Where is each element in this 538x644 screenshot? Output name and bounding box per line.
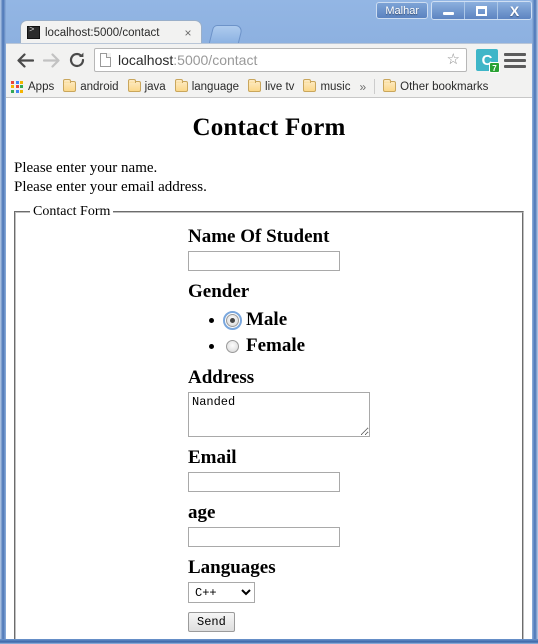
radio-male-icon[interactable] xyxy=(223,311,242,330)
address-bar[interactable]: localhost:5000/contact ☆ xyxy=(94,48,467,72)
bookmark-label: live tv xyxy=(265,80,295,93)
label-age: age xyxy=(188,502,216,523)
gender-label: Female xyxy=(246,335,306,356)
page-document-icon xyxy=(100,53,111,67)
folder-icon xyxy=(303,79,317,92)
bookmark-music[interactable]: music xyxy=(303,79,351,93)
label-name-of-student: Name Of Student xyxy=(188,226,330,247)
gender-radio-list: Male Female xyxy=(188,309,522,357)
bookmarks-separator xyxy=(374,79,376,94)
age-input[interactable] xyxy=(188,527,340,547)
tab-close-icon[interactable]: × xyxy=(181,26,195,40)
console-icon xyxy=(27,25,40,39)
bookmark-label: java xyxy=(144,80,166,93)
maximize-icon xyxy=(475,5,487,16)
email-input[interactable] xyxy=(188,472,340,492)
window-border-bottom xyxy=(0,639,538,644)
back-icon xyxy=(16,52,34,68)
url-text: localhost:5000/contact xyxy=(118,52,445,68)
maximize-button[interactable] xyxy=(465,2,498,19)
tab-localhost-contact[interactable]: localhost:5000/contact × xyxy=(20,20,202,44)
forward-icon xyxy=(42,52,60,68)
label-address: Address xyxy=(188,367,255,388)
bookmark-android[interactable]: android xyxy=(63,79,119,93)
bookmark-label: Apps xyxy=(28,80,55,93)
new-tab-button[interactable] xyxy=(208,25,244,44)
bookmark-label: language xyxy=(191,80,240,93)
bookmarks-overflow-icon[interactable]: » xyxy=(359,80,366,94)
label-languages: Languages xyxy=(188,557,276,578)
browser-window: Malhar X localhost:5000/contact × xyxy=(0,0,538,644)
minimize-button[interactable] xyxy=(432,2,465,19)
hamburger-icon-line xyxy=(504,58,526,62)
chrome-menu-button[interactable] xyxy=(504,48,526,72)
reload-button[interactable] xyxy=(64,47,90,73)
page-title: Contact Form xyxy=(192,114,346,141)
bookmark-language[interactable]: language xyxy=(174,79,240,93)
window-controls: X xyxy=(431,1,532,20)
tab-strip: localhost:5000/contact × xyxy=(6,20,532,44)
send-button[interactable]: Send xyxy=(188,612,235,632)
window-border-right xyxy=(532,0,538,644)
label-email: Email xyxy=(188,447,237,468)
name-input[interactable] xyxy=(188,251,340,271)
bookmark-label: Other bookmarks xyxy=(400,80,489,93)
hamburger-icon xyxy=(504,52,526,56)
gender-label: Male xyxy=(246,309,288,330)
contact-form-fieldset: Contact Form Name Of Student Gender Male… xyxy=(14,204,524,639)
form-fields: Name Of Student Gender Male Female Addre… xyxy=(16,226,522,632)
reload-icon xyxy=(69,52,84,68)
bookmark-other-bookmarks[interactable]: Other bookmarks xyxy=(383,79,489,93)
apps-grid-icon xyxy=(11,80,23,93)
gender-option-male[interactable]: Male xyxy=(223,309,522,331)
bookmark-star-icon[interactable]: ☆ xyxy=(445,52,462,68)
validation-message-name: Please enter your name. xyxy=(14,160,158,176)
folder-icon xyxy=(174,79,188,92)
fieldset-legend: Contact Form xyxy=(33,204,111,219)
bookmark-live-tv[interactable]: live tv xyxy=(248,79,295,93)
folder-icon xyxy=(127,79,141,92)
validation-message-email: Please enter your email address. xyxy=(14,179,207,195)
bookmark-java[interactable]: java xyxy=(127,79,166,93)
url-path: :5000/contact xyxy=(173,52,258,68)
back-button[interactable] xyxy=(12,47,38,73)
hamburger-icon-line xyxy=(504,64,526,68)
bookmarks-bar: Apps android java language live tv music… xyxy=(6,76,532,98)
address-textarea[interactable]: Nanded xyxy=(188,392,370,437)
folder-icon xyxy=(63,79,77,92)
forward-button[interactable] xyxy=(38,47,64,73)
folder-icon xyxy=(383,79,397,92)
extension-button[interactable]: C 7 xyxy=(476,49,500,73)
radio-female-icon[interactable] xyxy=(226,340,239,353)
page-viewport: Contact Form Please enter your name. Ple… xyxy=(6,98,532,639)
label-gender: Gender xyxy=(188,281,250,302)
profile-user-button[interactable]: Malhar xyxy=(376,2,428,19)
extension-badge: 7 xyxy=(489,62,500,73)
bookmark-label: music xyxy=(320,80,351,93)
url-host: localhost xyxy=(118,52,174,68)
title-bar: Malhar X xyxy=(0,0,538,22)
minimize-icon xyxy=(442,12,454,15)
folder-icon xyxy=(248,79,262,92)
close-button[interactable]: X xyxy=(498,2,531,19)
languages-select[interactable]: C++ xyxy=(188,582,255,603)
close-icon: X xyxy=(509,2,520,19)
bookmark-apps[interactable]: Apps xyxy=(11,80,55,93)
bookmark-label: android xyxy=(80,80,119,93)
tab-title: localhost:5000/contact xyxy=(45,26,160,39)
browser-toolbar: localhost:5000/contact ☆ C 7 xyxy=(6,43,532,76)
gender-option-female[interactable]: Female xyxy=(226,335,522,357)
